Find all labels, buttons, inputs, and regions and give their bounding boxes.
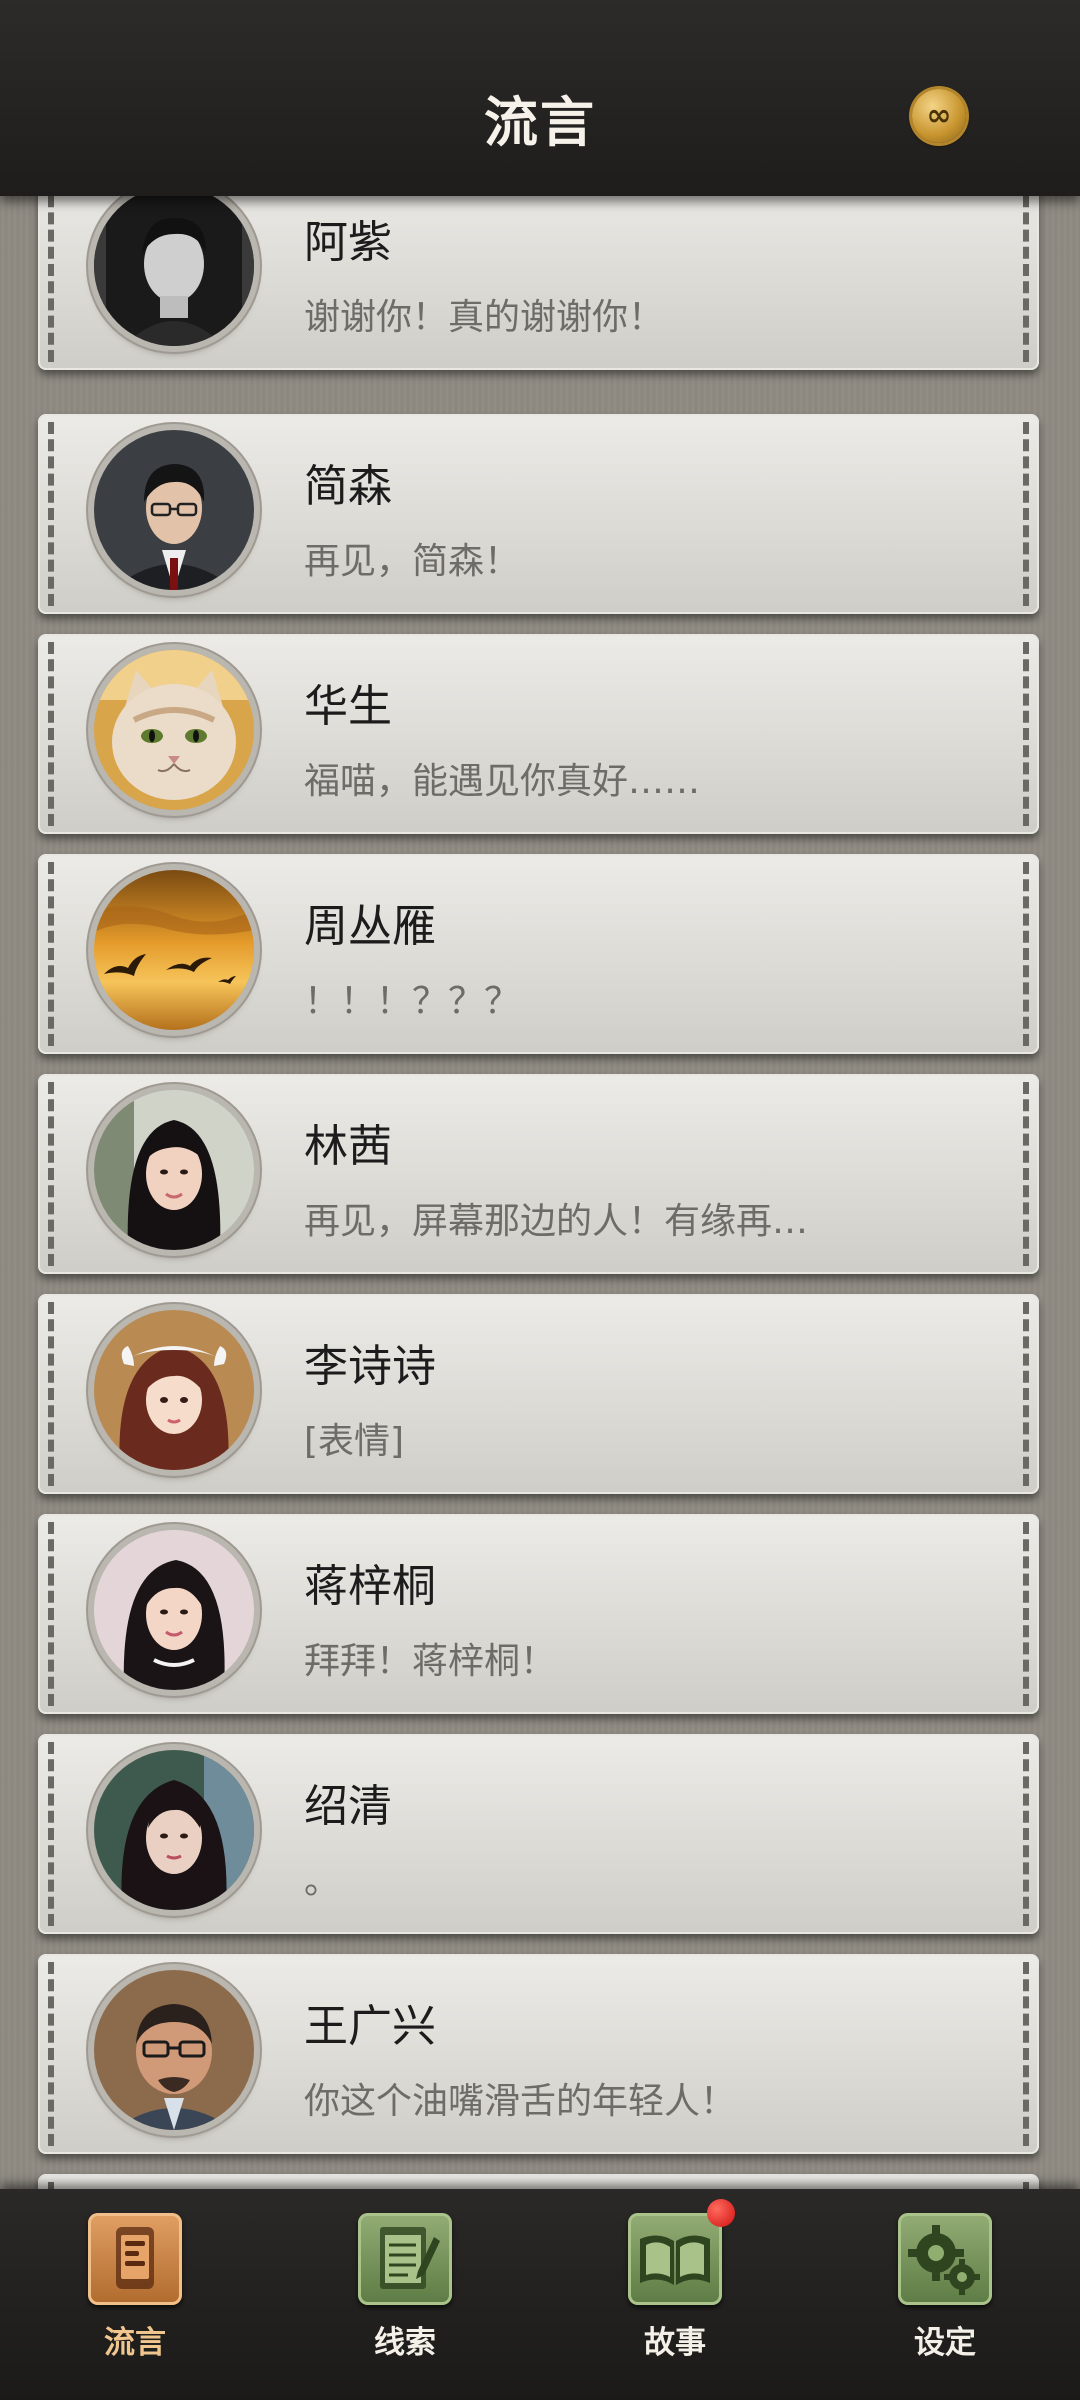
- message-preview: 再见，简森！: [304, 541, 521, 582]
- message-preview: 你这个油嘴滑舌的年轻人！: [304, 2081, 737, 2122]
- tab-label: 流言: [104, 2325, 166, 2361]
- message-preview: 再见，屏幕那边的人！有缘再…: [304, 1201, 809, 1242]
- cat-avatar: [94, 650, 254, 810]
- tab-label: 故事: [644, 2325, 706, 2361]
- conversation-item[interactable]: 蒋梓桐 拜拜！蒋梓桐！: [38, 1514, 1039, 1714]
- message-preview: [表情]: [304, 1421, 405, 1462]
- conversation-item[interactable]: 华生 福喵，能遇见你真好……: [38, 634, 1039, 834]
- contact-name: 王广兴: [304, 2001, 436, 2052]
- maid-girl-avatar: [94, 1310, 254, 1470]
- conversation-item[interactable]: 周丛雁 ！！！？？？: [38, 854, 1039, 1054]
- message-preview: 。: [304, 1861, 341, 1902]
- woman-avatar: [94, 1530, 254, 1690]
- book-icon: [628, 2213, 722, 2305]
- conversation-item[interactable]: 林茜 再见，屏幕那边的人！有缘再…: [38, 1074, 1039, 1274]
- conversation-item[interactable]: 王广兴 你这个油嘴滑舌的年轻人！: [38, 1954, 1039, 2154]
- bald-man-glasses-avatar: [94, 1970, 254, 2130]
- phone-chat-icon: [88, 2213, 182, 2305]
- message-preview: 拜拜！蒋梓桐！: [304, 1641, 557, 1682]
- woman-avatar: [94, 1090, 254, 1250]
- contact-name: 李诗诗: [304, 1341, 436, 1392]
- contact-name: 绍清: [304, 1781, 392, 1832]
- app-header: 流言 ∞: [0, 0, 1080, 196]
- man-portrait-avatar: [94, 196, 254, 346]
- conversation-item[interactable]: 李诗诗 [表情]: [38, 1294, 1039, 1494]
- man-glasses-avatar: [94, 430, 254, 590]
- tab-settings[interactable]: 设定: [865, 2213, 1025, 2363]
- contact-name: 林茜: [304, 1121, 392, 1172]
- contact-name: 蒋梓桐: [304, 1561, 436, 1612]
- message-preview: 福喵，能遇见你真好……: [304, 761, 701, 802]
- tab-story[interactable]: 故事: [595, 2199, 755, 2363]
- notepad-icon: [358, 2213, 452, 2305]
- conversation-item[interactable]: 简森 再见，简森！: [38, 414, 1039, 614]
- contact-name: 简森: [304, 461, 392, 512]
- gears-icon: [898, 2213, 992, 2305]
- conversation-item[interactable]: 绍清 。: [38, 1734, 1039, 1934]
- conversation-item[interactable]: [38, 2174, 1039, 2189]
- contact-name: 华生: [304, 681, 392, 732]
- tab-label: 线索: [374, 2325, 436, 2361]
- bottom-tab-bar: 流言 线索 故事 设定: [0, 2189, 1080, 2400]
- contact-name: 阿紫: [304, 217, 392, 268]
- infinity-coin-icon[interactable]: ∞: [912, 89, 966, 143]
- conversation-item[interactable]: 阿紫 谢谢你！真的谢谢你！: [38, 196, 1039, 370]
- woman-avatar: [94, 1750, 254, 1910]
- contact-name: 周丛雁: [304, 901, 436, 952]
- sunset-birds-avatar: [94, 870, 254, 1030]
- notification-badge: [707, 2199, 735, 2227]
- tab-rumors[interactable]: 流言: [55, 2213, 215, 2363]
- tab-label: 设定: [914, 2325, 976, 2361]
- message-preview: 谢谢你！真的谢谢你！: [304, 297, 665, 338]
- conversation-list[interactable]: 阿紫 谢谢你！真的谢谢你！ 简森 再见，简森！ 华生 福喵，能遇见你真好…… 周…: [0, 196, 1080, 2189]
- message-preview: ！！！？？？: [304, 981, 521, 1022]
- tab-clues[interactable]: 线索: [325, 2213, 485, 2363]
